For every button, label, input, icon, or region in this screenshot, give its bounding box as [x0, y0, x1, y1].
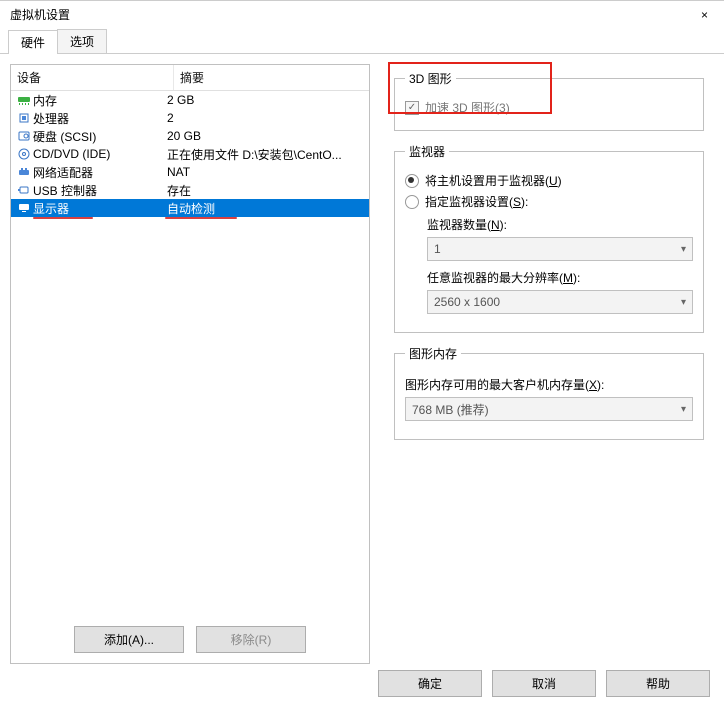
device-row-cd[interactable]: CD/DVD (IDE)正在使用文件 D:\安装包\CentO...: [11, 145, 369, 163]
radio-use-host[interactable]: [405, 174, 419, 188]
settings-right-panel: 3D 图形 ✓ 加速 3D 图形(3) 监视器 将主机设置用于监视器(U) 指定…: [384, 64, 714, 664]
help-button[interactable]: 帮助: [606, 670, 710, 697]
select-gmem: 768 MB (推荐)▾: [405, 397, 693, 421]
device-summary: 2: [161, 111, 365, 125]
device-summary: 存在: [161, 182, 365, 199]
device-row-cpu[interactable]: 处理器2: [11, 109, 369, 127]
checkbox-accelerate-3d[interactable]: ✓: [405, 101, 419, 115]
device-name: 处理器: [33, 110, 161, 127]
cd-icon: [15, 148, 33, 160]
device-name: 内存: [33, 92, 161, 109]
legend-3d: 3D 图形: [405, 70, 456, 87]
legend-gmem: 图形内存: [405, 345, 461, 362]
device-name: 硬盘 (SCSI): [33, 128, 161, 145]
device-row-display[interactable]: 显示器自动检测: [11, 199, 369, 217]
label-accelerate-3d: 加速 3D 图形(3): [425, 99, 510, 116]
device-name: USB 控制器: [33, 182, 161, 199]
label-monitor-count: 监视器数量(N):: [427, 216, 693, 233]
disk-icon: [15, 130, 33, 142]
group-3d-graphics: 3D 图形 ✓ 加速 3D 图形(3): [394, 70, 704, 131]
close-icon[interactable]: ×: [695, 1, 714, 29]
device-summary: 2 GB: [161, 93, 365, 107]
device-summary: NAT: [161, 165, 365, 179]
cpu-icon: [15, 112, 33, 124]
window-title: 虚拟机设置: [10, 1, 70, 29]
memory-icon: [15, 94, 33, 106]
cancel-button[interactable]: 取消: [492, 670, 596, 697]
add-button[interactable]: 添加(A)...: [74, 626, 184, 653]
red-underline-summary: [165, 217, 237, 219]
red-underline-device: [33, 217, 93, 219]
select-max-resolution: 2560 x 1600▾: [427, 290, 693, 314]
device-row-disk[interactable]: 硬盘 (SCSI)20 GB: [11, 127, 369, 145]
chevron-down-icon: ▾: [681, 244, 686, 255]
device-rows: 内存2 GB处理器2硬盘 (SCSI)20 GBCD/DVD (IDE)正在使用…: [11, 91, 369, 217]
display-icon: [15, 202, 33, 214]
device-name: CD/DVD (IDE): [33, 147, 161, 161]
col-summary: 摘要: [174, 65, 369, 90]
net-icon: [15, 166, 33, 178]
label-specify: 指定监视器设置(S):: [425, 193, 528, 210]
tab-hardware[interactable]: 硬件: [8, 30, 58, 54]
device-row-memory[interactable]: 内存2 GB: [11, 91, 369, 109]
col-device: 设备: [11, 65, 174, 90]
device-name: 显示器: [33, 200, 161, 217]
device-row-net[interactable]: 网络适配器NAT: [11, 163, 369, 181]
hardware-list-panel: 设备 摘要 内存2 GB处理器2硬盘 (SCSI)20 GBCD/DVD (ID…: [10, 64, 370, 664]
usb-icon: [15, 184, 33, 196]
device-name: 网络适配器: [33, 164, 161, 181]
chevron-down-icon: ▾: [681, 404, 686, 415]
chevron-down-icon: ▾: [681, 297, 686, 308]
legend-monitors: 监视器: [405, 143, 449, 160]
remove-button: 移除(R): [196, 626, 306, 653]
group-monitors: 监视器 将主机设置用于监视器(U) 指定监视器设置(S): 监视器数量(N): …: [394, 143, 704, 333]
device-summary: 正在使用文件 D:\安装包\CentO...: [161, 146, 365, 163]
device-summary: 自动检测: [161, 200, 365, 217]
device-summary: 20 GB: [161, 129, 365, 143]
tab-options[interactable]: 选项: [57, 29, 107, 53]
ok-button[interactable]: 确定: [378, 670, 482, 697]
select-monitor-count: 1▾: [427, 237, 693, 261]
group-graphics-memory: 图形内存 图形内存可用的最大客户机内存量(X): 768 MB (推荐)▾: [394, 345, 704, 440]
radio-specify[interactable]: [405, 195, 419, 209]
label-gmem: 图形内存可用的最大客户机内存量(X):: [405, 376, 693, 393]
label-use-host: 将主机设置用于监视器(U): [425, 172, 562, 189]
label-max-resolution: 任意监视器的最大分辨率(M):: [427, 269, 693, 286]
device-row-usb[interactable]: USB 控制器存在: [11, 181, 369, 199]
